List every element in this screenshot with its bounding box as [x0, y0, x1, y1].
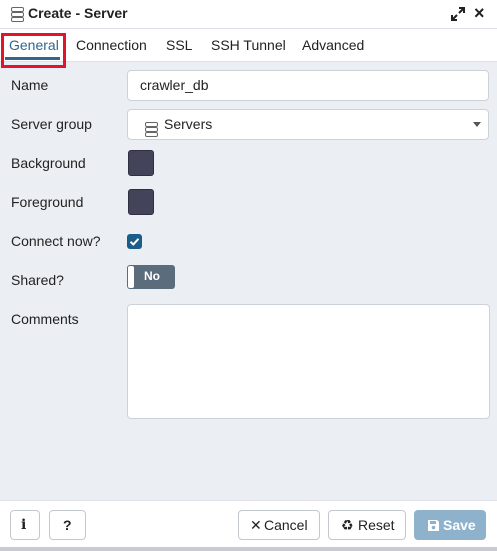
- cancel-button[interactable]: ✕ Cancel: [238, 510, 320, 540]
- foreground-label: Foreground: [11, 194, 84, 210]
- background-color-picker[interactable]: [128, 150, 154, 176]
- recycle-icon: ♻: [341, 517, 354, 533]
- tab-advanced[interactable]: Advanced: [302, 37, 364, 53]
- comments-textarea[interactable]: [127, 304, 490, 419]
- server-group-label: Server group: [11, 116, 92, 132]
- tab-bar: General Connection SSL SSH Tunnel Advanc…: [0, 29, 497, 62]
- info-icon: i: [21, 517, 27, 533]
- foreground-color-picker[interactable]: [128, 189, 154, 215]
- help-icon: ?: [63, 517, 72, 533]
- dialog-titlebar: Create - Server ×: [0, 0, 497, 29]
- shared-toggle-value: No: [144, 269, 160, 283]
- tab-general[interactable]: General: [9, 37, 59, 53]
- background-label: Background: [11, 155, 86, 171]
- close-icon: ✕: [250, 517, 262, 533]
- toggle-knob: [128, 266, 134, 288]
- connect-now-label: Connect now?: [11, 233, 101, 249]
- name-label: Name: [11, 77, 49, 93]
- dialog-title: Create - Server: [28, 5, 128, 21]
- dialog-footer: i ? ✕ Cancel ♻ Reset Save: [0, 500, 497, 551]
- expand-icon[interactable]: [451, 7, 465, 24]
- cancel-label: Cancel: [264, 517, 308, 533]
- reset-button[interactable]: ♻ Reset: [328, 510, 406, 540]
- server-group-select[interactable]: Servers: [127, 109, 489, 140]
- save-label: Save: [443, 517, 476, 533]
- help-button[interactable]: ?: [49, 510, 86, 540]
- tab-ssl[interactable]: SSL: [166, 37, 192, 53]
- shared-label: Shared?: [11, 272, 64, 288]
- shared-toggle[interactable]: No: [127, 265, 175, 289]
- close-icon[interactable]: ×: [474, 4, 485, 22]
- chevron-down-icon: [473, 122, 481, 127]
- name-field[interactable]: crawler_db: [127, 70, 489, 101]
- active-tab-indicator: [5, 57, 60, 60]
- comments-label: Comments: [11, 311, 79, 327]
- server-icon: [145, 118, 158, 147]
- tab-ssh-tunnel[interactable]: SSH Tunnel: [211, 37, 286, 53]
- server-icon: [11, 7, 24, 25]
- info-button[interactable]: i: [10, 510, 40, 540]
- connect-now-checkbox[interactable]: [127, 234, 142, 249]
- check-icon: [129, 238, 140, 246]
- save-button[interactable]: Save: [414, 510, 486, 540]
- server-group-value: Servers: [164, 116, 213, 132]
- reset-label: Reset: [358, 517, 395, 533]
- bottom-border: [0, 547, 497, 551]
- save-icon: [427, 519, 440, 535]
- tab-connection[interactable]: Connection: [76, 37, 147, 53]
